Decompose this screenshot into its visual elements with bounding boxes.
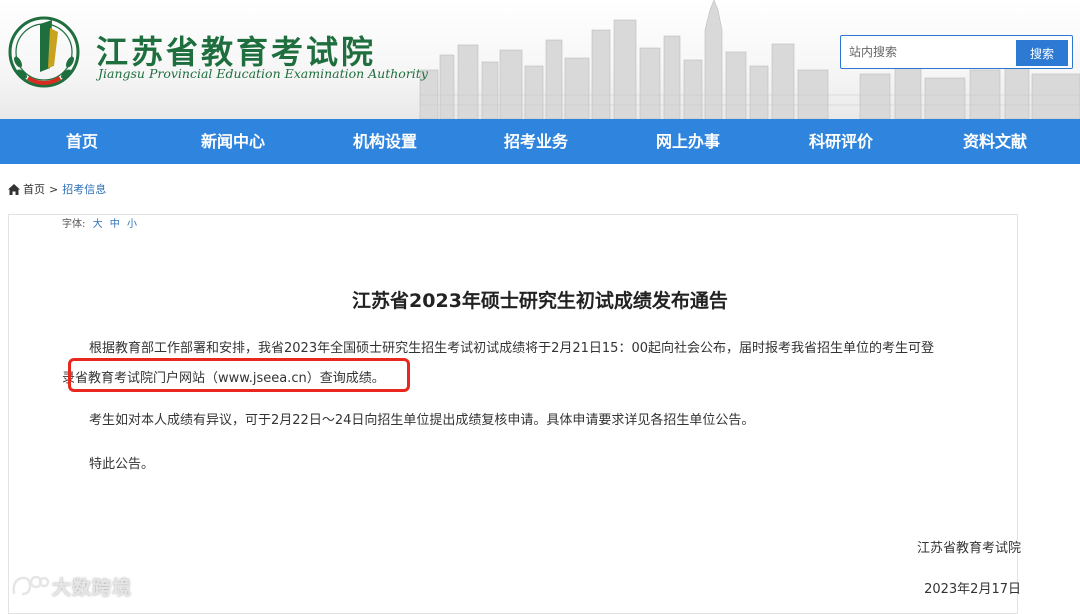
institute-emblem-logo [8, 16, 80, 88]
nav-item-news-center[interactable]: 新闻中心 [164, 119, 302, 164]
article-paragraph-3: 特此公告。 [89, 457, 155, 472]
article-paragraph-2: 考生如对本人成绩有异议，可于2月22日～24日向招生单位提出成绩复核申请。具体申… [89, 413, 755, 428]
search-bar: 搜索 [840, 35, 1073, 69]
watermark: 大数跨境 [10, 572, 132, 600]
font-size-label: 字体: [62, 219, 86, 230]
nav-item-organization[interactable]: 机构设置 [302, 119, 468, 164]
nav-item-research[interactable]: 科研评价 [772, 119, 910, 164]
watermark-logo-icon [12, 575, 50, 596]
font-size-small[interactable]: 小 [127, 219, 137, 230]
article-signature: 江苏省教育考试院 [916, 541, 1021, 556]
article-paragraph-1-line-1: 根据教育部工作部署和安排，我省2023年全国硕士研究生招生考试初试成绩将于2月2… [89, 341, 934, 356]
article-title: 江苏省2023年硕士研究生初试成绩发布通告 [352, 290, 728, 312]
search-input[interactable] [845, 39, 1013, 65]
font-size-switcher: 字体: 大 中 小 [62, 215, 137, 230]
breadcrumb-current-link[interactable]: 招考信息 [62, 181, 106, 197]
site-name-english: Jiangsu Provincial Education Examination… [98, 66, 428, 81]
search-button[interactable]: 搜索 [1016, 40, 1068, 66]
font-size-large[interactable]: 大 [93, 219, 103, 230]
nav-item-home[interactable]: 首页 [0, 119, 164, 164]
nav-item-online-services[interactable]: 网上办事 [604, 119, 772, 164]
nav-item-exam-business[interactable]: 招考业务 [468, 119, 604, 164]
breadcrumb-separator: > [49, 182, 59, 196]
site-header: 江苏省教育考试院 Jiangsu Provincial Education Ex… [0, 0, 1080, 119]
home-icon [8, 183, 20, 195]
red-highlight-annotation [68, 358, 410, 392]
main-navigation: 首页 新闻中心 机构设置 招考业务 网上办事 科研评价 资料文献 [0, 119, 1080, 164]
breadcrumb-home-link[interactable]: 首页 [23, 181, 45, 197]
nav-item-documents[interactable]: 资料文献 [910, 119, 1080, 164]
breadcrumb: 首页 > 招考信息 [8, 181, 106, 197]
watermark-text: 大数跨境 [52, 576, 133, 599]
article-date: 2023年2月17日 [924, 582, 1021, 597]
font-size-medium[interactable]: 中 [110, 219, 120, 230]
